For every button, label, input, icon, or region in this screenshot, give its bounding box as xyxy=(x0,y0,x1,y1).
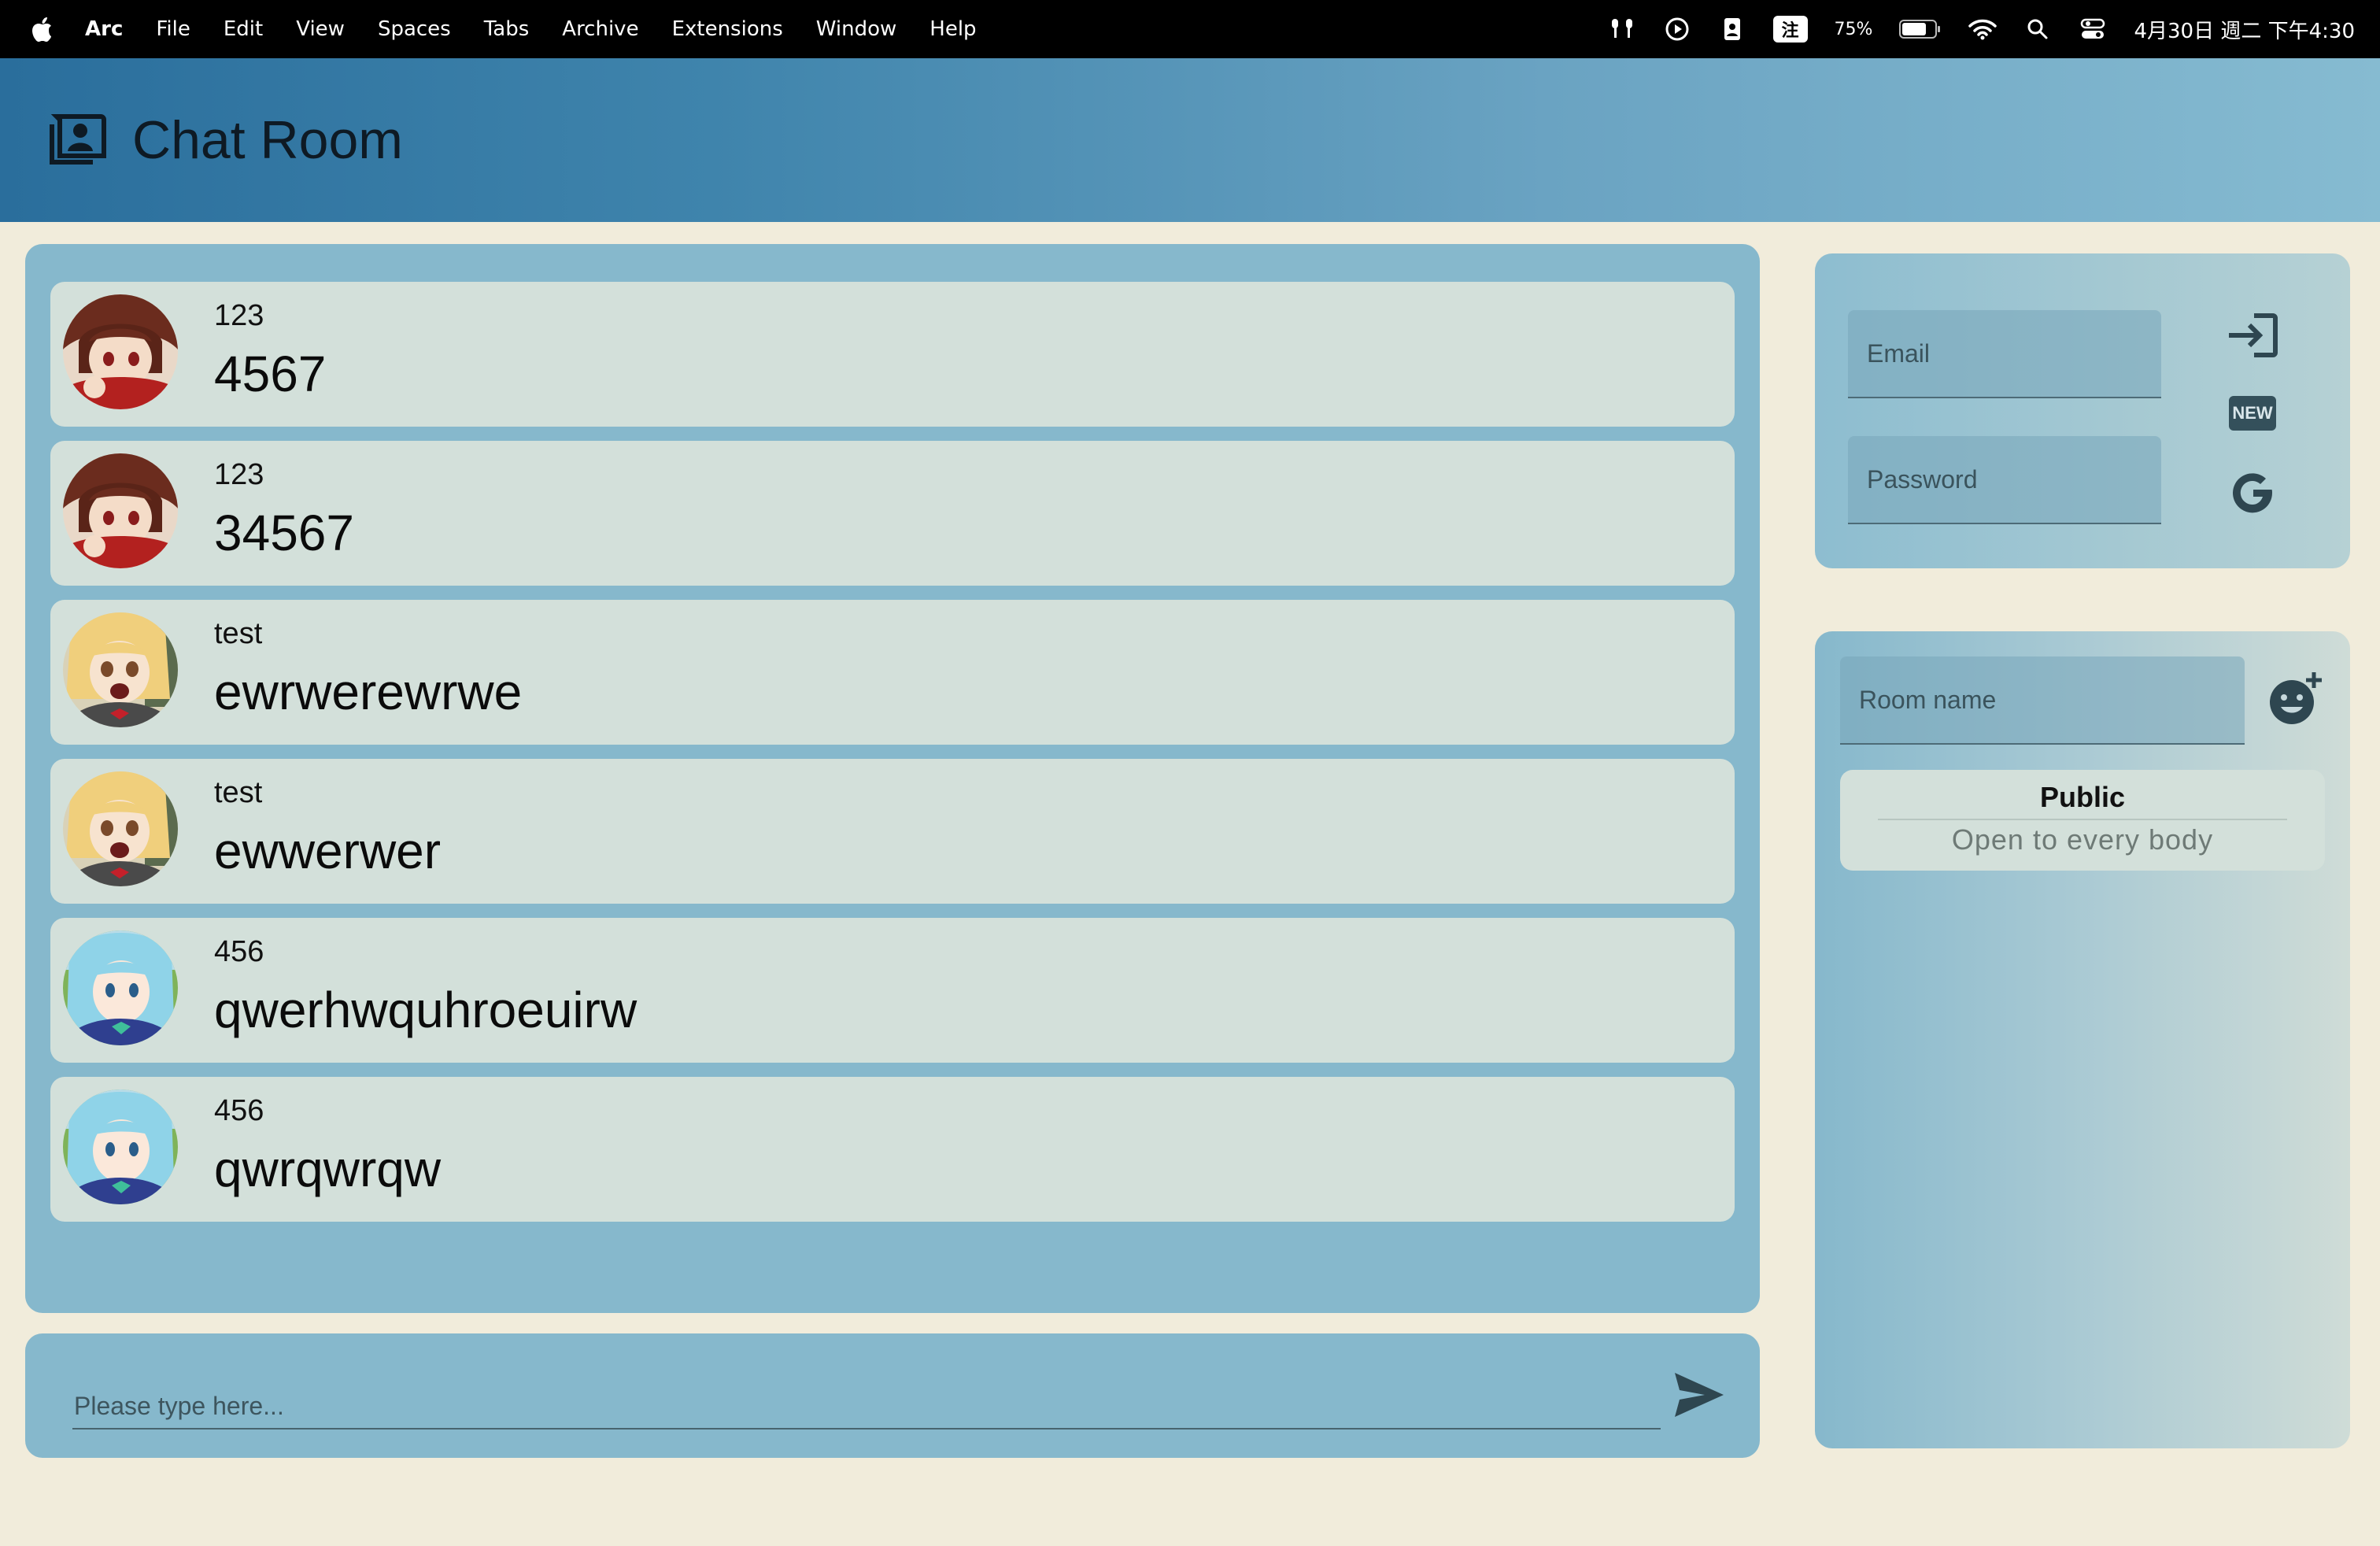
battery-percent: 75% xyxy=(1834,19,1873,39)
avatar xyxy=(63,930,178,1045)
message-item[interactable]: test ewwerwer xyxy=(50,759,1735,904)
menu-spaces[interactable]: Spaces xyxy=(378,17,451,41)
airpods-icon[interactable] xyxy=(1608,15,1636,43)
compose-bar xyxy=(25,1333,1760,1458)
play-circle-icon[interactable] xyxy=(1663,15,1691,43)
input-method-indicator[interactable]: 注 xyxy=(1772,16,1808,43)
message-username: test xyxy=(214,617,263,650)
message-username: 456 xyxy=(214,935,264,968)
control-center-icon[interactable] xyxy=(2079,15,2107,43)
message-list[interactable]: 123 4567 123 34567 test ewrwerewrwe test… xyxy=(25,244,1760,1313)
send-button[interactable] xyxy=(1672,1370,1727,1420)
register-button[interactable]: NEW xyxy=(2221,386,2284,441)
message-username: 123 xyxy=(214,299,264,332)
message-item[interactable]: 456 qwrqwrqw xyxy=(50,1077,1735,1222)
avatar xyxy=(63,453,178,568)
message-item[interactable]: 123 34567 xyxy=(50,441,1735,586)
new-badge-label: NEW xyxy=(2232,403,2273,423)
divider xyxy=(1878,819,2287,820)
page-title: Chat Room xyxy=(132,110,403,170)
message-text: qwrqwrqw xyxy=(214,1141,442,1197)
menu-window[interactable]: Window xyxy=(816,17,897,41)
menu-tabs[interactable]: Tabs xyxy=(484,17,530,41)
password-field[interactable]: Password xyxy=(1848,436,2161,524)
menu-archive[interactable]: Archive xyxy=(562,17,638,41)
message-username: test xyxy=(214,776,263,809)
message-text: ewwerwer xyxy=(214,823,442,879)
message-username: 456 xyxy=(214,1094,264,1127)
message-text: 34567 xyxy=(214,505,354,561)
email-field[interactable]: Email xyxy=(1848,310,2161,398)
app-header: Chat Room xyxy=(0,58,2380,222)
menu-arc[interactable]: Arc xyxy=(85,17,123,41)
room-item-public[interactable]: Public Open to every body xyxy=(1840,770,2325,871)
search-icon[interactable] xyxy=(2023,15,2052,43)
message-text: ewrwerewrwe xyxy=(214,664,523,720)
google-login-button[interactable] xyxy=(2221,461,2284,524)
menu-edit[interactable]: Edit xyxy=(224,17,263,41)
chat-room-logo-icon xyxy=(49,110,109,170)
room-title: Public xyxy=(2039,781,2126,813)
login-panel: Email Password NEW xyxy=(1815,253,2350,568)
message-item[interactable]: test ewrwerewrwe xyxy=(50,600,1735,745)
avatar xyxy=(63,1089,178,1204)
battery-icon[interactable] xyxy=(1899,15,1942,43)
menu-help[interactable]: Help xyxy=(929,17,976,41)
avatar xyxy=(63,612,178,727)
menu-extensions[interactable]: Extensions xyxy=(672,17,783,41)
login-icon xyxy=(2229,313,2278,357)
avatar xyxy=(63,294,178,409)
room-panel: Room name Public Open to every body xyxy=(1815,631,2350,1448)
message-input[interactable] xyxy=(72,1384,1661,1429)
menu-view[interactable]: View xyxy=(296,17,345,41)
avatar xyxy=(63,771,178,886)
wifi-icon[interactable] xyxy=(1968,15,1998,43)
room-name-field[interactable]: Room name xyxy=(1840,656,2245,745)
room-description: Open to every body xyxy=(1951,823,2214,856)
send-icon xyxy=(1675,1373,1724,1417)
message-item[interactable]: 123 4567 xyxy=(50,282,1735,427)
google-icon xyxy=(2233,473,2273,513)
login-button[interactable] xyxy=(2221,304,2284,367)
message-username: 123 xyxy=(214,458,264,491)
create-room-button[interactable] xyxy=(2256,660,2334,738)
message-item[interactable]: 456 qwerhwquhroeuirw xyxy=(50,918,1735,1063)
add-emoji-icon xyxy=(2270,672,2322,724)
menu-bar: Arc File Edit View Spaces Tabs Archive E… xyxy=(0,0,2380,58)
apple-icon[interactable] xyxy=(30,15,54,43)
message-text: 4567 xyxy=(214,346,327,402)
contact-card-icon[interactable] xyxy=(1718,15,1746,43)
new-badge-icon: NEW xyxy=(2229,396,2276,431)
menubar-clock[interactable]: 4月30日 週二 下午4:30 xyxy=(2134,15,2355,44)
message-text: qwerhwquhroeuirw xyxy=(214,982,638,1038)
menu-file[interactable]: File xyxy=(156,17,190,41)
